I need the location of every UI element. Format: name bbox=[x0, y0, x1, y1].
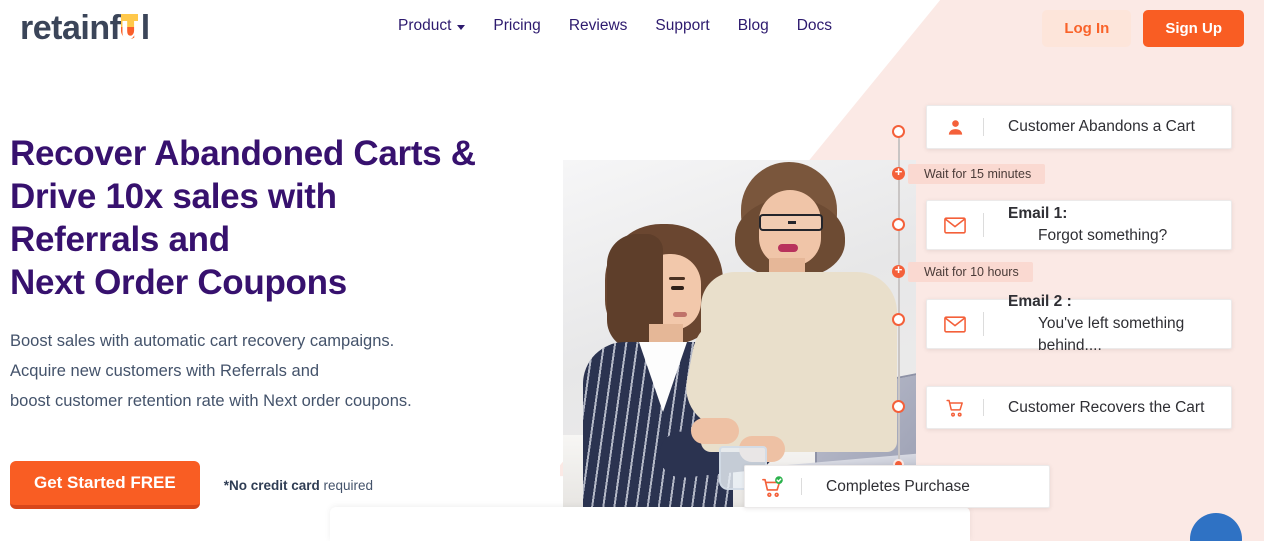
flow-card-label: Email 2 : You've left something behind..… bbox=[984, 291, 1231, 357]
timeline-node-1 bbox=[892, 125, 905, 138]
brand-logo[interactable]: retainful bbox=[20, 8, 150, 48]
hero-photo-two-women-laptop bbox=[563, 160, 916, 513]
headline-line-2: Drive 10x sales with bbox=[10, 177, 337, 216]
user-icon bbox=[927, 118, 983, 137]
photo-seated-woman-eye bbox=[671, 286, 684, 290]
photo-standing-woman-lips bbox=[778, 244, 798, 252]
cart-check-icon bbox=[745, 475, 801, 498]
nav-label-reviews: Reviews bbox=[568, 17, 628, 34]
timeline-node-wait-2[interactable] bbox=[892, 265, 905, 278]
note-rest-text: required bbox=[319, 477, 374, 493]
email-1-subtitle: Forgot something? bbox=[1038, 227, 1168, 244]
flow-card-completes-purchase[interactable]: Completes Purchase bbox=[744, 465, 1050, 508]
get-started-button[interactable]: Get Started FREE bbox=[10, 461, 200, 509]
email-2-title: Email 2 : bbox=[1008, 293, 1072, 310]
email-1-title: Email 1: bbox=[1008, 205, 1068, 222]
auth-buttons: Log In Sign Up bbox=[1042, 10, 1244, 47]
page-title: Recover Abandoned Carts & Drive 10x sale… bbox=[10, 132, 540, 304]
logo-text-part1: retainf bbox=[20, 9, 121, 47]
timeline-node-2 bbox=[892, 218, 905, 231]
nav-label-support: Support bbox=[655, 17, 710, 34]
shopping-cart-icon bbox=[927, 398, 983, 418]
subtext-line-3: boost customer retention rate with Next … bbox=[10, 392, 412, 410]
envelope-icon bbox=[927, 315, 983, 333]
wait-pill-2: Wait for 10 hours bbox=[908, 262, 1033, 282]
flow-card-label: Email 1: Forgot something? bbox=[984, 203, 1167, 247]
no-credit-card-note: *No credit card required bbox=[224, 478, 373, 493]
flow-card-email-1[interactable]: Email 1: Forgot something? bbox=[926, 200, 1232, 250]
login-button[interactable]: Log In bbox=[1042, 10, 1132, 47]
nav-item-product[interactable]: Product bbox=[398, 17, 466, 35]
hero-copy: Recover Abandoned Carts & Drive 10x sale… bbox=[10, 132, 540, 509]
flow-card-email-2[interactable]: Email 2 : You've left something behind..… bbox=[926, 293, 1232, 354]
signup-button[interactable]: Sign Up bbox=[1143, 10, 1244, 47]
photo-standing-woman-glasses bbox=[759, 214, 823, 231]
headline-line-1: Recover Abandoned Carts & bbox=[10, 134, 476, 173]
hero-page: retainful Product Pricing Reviews Suppor… bbox=[0, 0, 1264, 541]
logo-highlight-u: u bbox=[120, 9, 141, 47]
headline-line-3: Referrals and bbox=[10, 220, 230, 259]
timeline-node-wait-1[interactable] bbox=[892, 167, 905, 180]
nav-label-pricing: Pricing bbox=[493, 17, 541, 34]
nav-label-blog: Blog bbox=[737, 17, 769, 34]
nav-item-support[interactable]: Support bbox=[655, 17, 709, 35]
nav-item-blog[interactable]: Blog bbox=[738, 17, 769, 35]
headline-line-4: Next Order Coupons bbox=[10, 263, 347, 302]
logo-text-part2: l bbox=[140, 9, 150, 47]
photo-seated-woman-brow bbox=[669, 277, 685, 280]
bottom-white-card-edge bbox=[330, 507, 970, 541]
subtext-line-1: Boost sales with automatic cart recovery… bbox=[10, 332, 395, 350]
hero-subtext: Boost sales with automatic cart recovery… bbox=[10, 326, 540, 416]
cta-row: Get Started FREE *No credit card require… bbox=[10, 461, 540, 509]
nav-item-pricing[interactable]: Pricing bbox=[493, 17, 540, 35]
subtext-line-2: Acquire new customers with Referrals and bbox=[10, 362, 320, 380]
site-header: retainful Product Pricing Reviews Suppor… bbox=[0, 0, 1264, 58]
photo-seated-woman-lips bbox=[673, 312, 687, 317]
nav-item-reviews[interactable]: Reviews bbox=[569, 17, 628, 35]
flow-card-recovers-cart[interactable]: Customer Recovers the Cart bbox=[926, 386, 1232, 429]
flow-card-label: Completes Purchase bbox=[826, 477, 970, 495]
flow-card-label: Customer Abandons a Cart bbox=[1008, 118, 1195, 135]
email-2-subtitle: You've left something behind.... bbox=[1038, 315, 1185, 354]
envelope-icon bbox=[927, 216, 983, 234]
flow-card-label: Customer Recovers the Cart bbox=[1008, 398, 1205, 416]
wait-pill-1: Wait for 15 minutes bbox=[908, 164, 1046, 184]
timeline-node-4 bbox=[892, 400, 905, 413]
chevron-down-icon bbox=[457, 25, 466, 30]
timeline-node-3 bbox=[892, 313, 905, 326]
note-bold-text: *No credit card bbox=[223, 477, 320, 493]
nav-label-docs: Docs bbox=[796, 17, 833, 34]
flow-card-abandons-cart[interactable]: Customer Abandons a Cart bbox=[926, 105, 1232, 149]
nav-label-product: Product bbox=[398, 17, 452, 34]
nav-item-docs[interactable]: Docs bbox=[797, 17, 832, 35]
photo-standing-woman-hand bbox=[691, 418, 739, 444]
main-navigation: Product Pricing Reviews Support Blog Doc… bbox=[398, 17, 832, 35]
